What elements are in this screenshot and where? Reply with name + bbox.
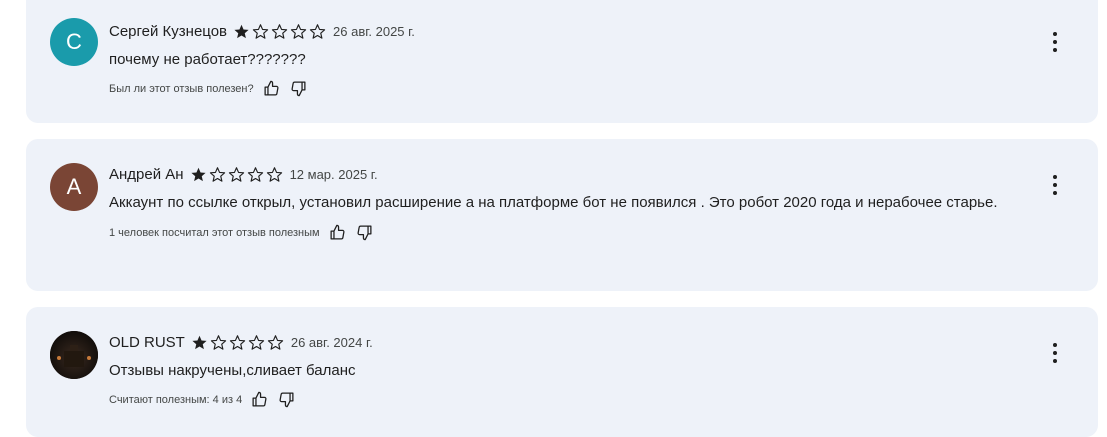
review-text: Отзывы накручены,сливает баланс <box>109 362 356 379</box>
star-filled-icon <box>190 167 206 181</box>
avatar: С <box>50 18 98 66</box>
review-author: Андрей Ан <box>109 165 184 183</box>
star-outline-icon <box>229 334 245 350</box>
star-outline-icon <box>266 166 282 182</box>
more-vert-icon[interactable] <box>1052 32 1058 52</box>
review-card: А Андрей Ан 12 мар. 2025 г. Аккаунт по с… <box>26 139 1098 291</box>
star-outline-icon <box>309 23 326 39</box>
helpful-count: Считают полезным: 4 из 4 <box>109 393 243 406</box>
star-rating <box>233 23 326 40</box>
star-outline-icon <box>228 166 244 182</box>
thumb-up-icon[interactable] <box>251 391 268 408</box>
review-text: Аккаунт по ссылке открыл, установил расш… <box>109 194 998 211</box>
thumb-up-icon[interactable] <box>329 224 346 241</box>
star-rating <box>190 166 283 183</box>
thumb-down-icon[interactable] <box>356 224 373 241</box>
review-text: почему не работает??????? <box>109 51 306 68</box>
star-outline-icon <box>210 334 226 350</box>
star-outline-icon <box>290 23 307 39</box>
review-date: 12 мар. 2025 г. <box>289 166 378 182</box>
star-filled-icon <box>192 335 207 349</box>
thumb-up-icon[interactable] <box>263 80 280 97</box>
review-card: С Сергей Кузнецов 26 авг. 2025 г. почему… <box>26 0 1098 123</box>
avatar: А <box>50 163 98 211</box>
star-filled-icon <box>234 24 249 38</box>
more-vert-icon[interactable] <box>1052 343 1058 363</box>
helpful-count: 1 человек посчитал этот отзыв полезным <box>109 226 320 239</box>
star-outline-icon <box>267 334 283 350</box>
thumb-down-icon[interactable] <box>290 80 307 97</box>
star-rating <box>191 334 284 351</box>
review-card: OLD RUST 26 авг. 2024 г. Отзывы накручен… <box>26 307 1098 437</box>
review-date: 26 авг. 2025 г. <box>333 23 415 39</box>
more-vert-icon[interactable] <box>1052 175 1058 195</box>
thumb-down-icon[interactable] <box>278 391 295 408</box>
review-date: 26 авг. 2024 г. <box>290 334 373 350</box>
avatar <box>50 331 98 379</box>
helpful-prompt: Был ли этот отзыв полезен? <box>109 82 254 95</box>
review-author: Сергей Кузнецов <box>109 22 228 40</box>
star-outline-icon <box>209 166 225 182</box>
avatar-letter: А <box>66 174 82 199</box>
star-outline-icon <box>271 23 288 39</box>
star-outline-icon <box>252 23 269 39</box>
avatar-letter: С <box>66 29 82 54</box>
star-outline-icon <box>247 166 263 182</box>
review-author: OLD RUST <box>109 333 185 351</box>
avatar-image <box>50 331 98 379</box>
star-outline-icon <box>248 334 264 350</box>
